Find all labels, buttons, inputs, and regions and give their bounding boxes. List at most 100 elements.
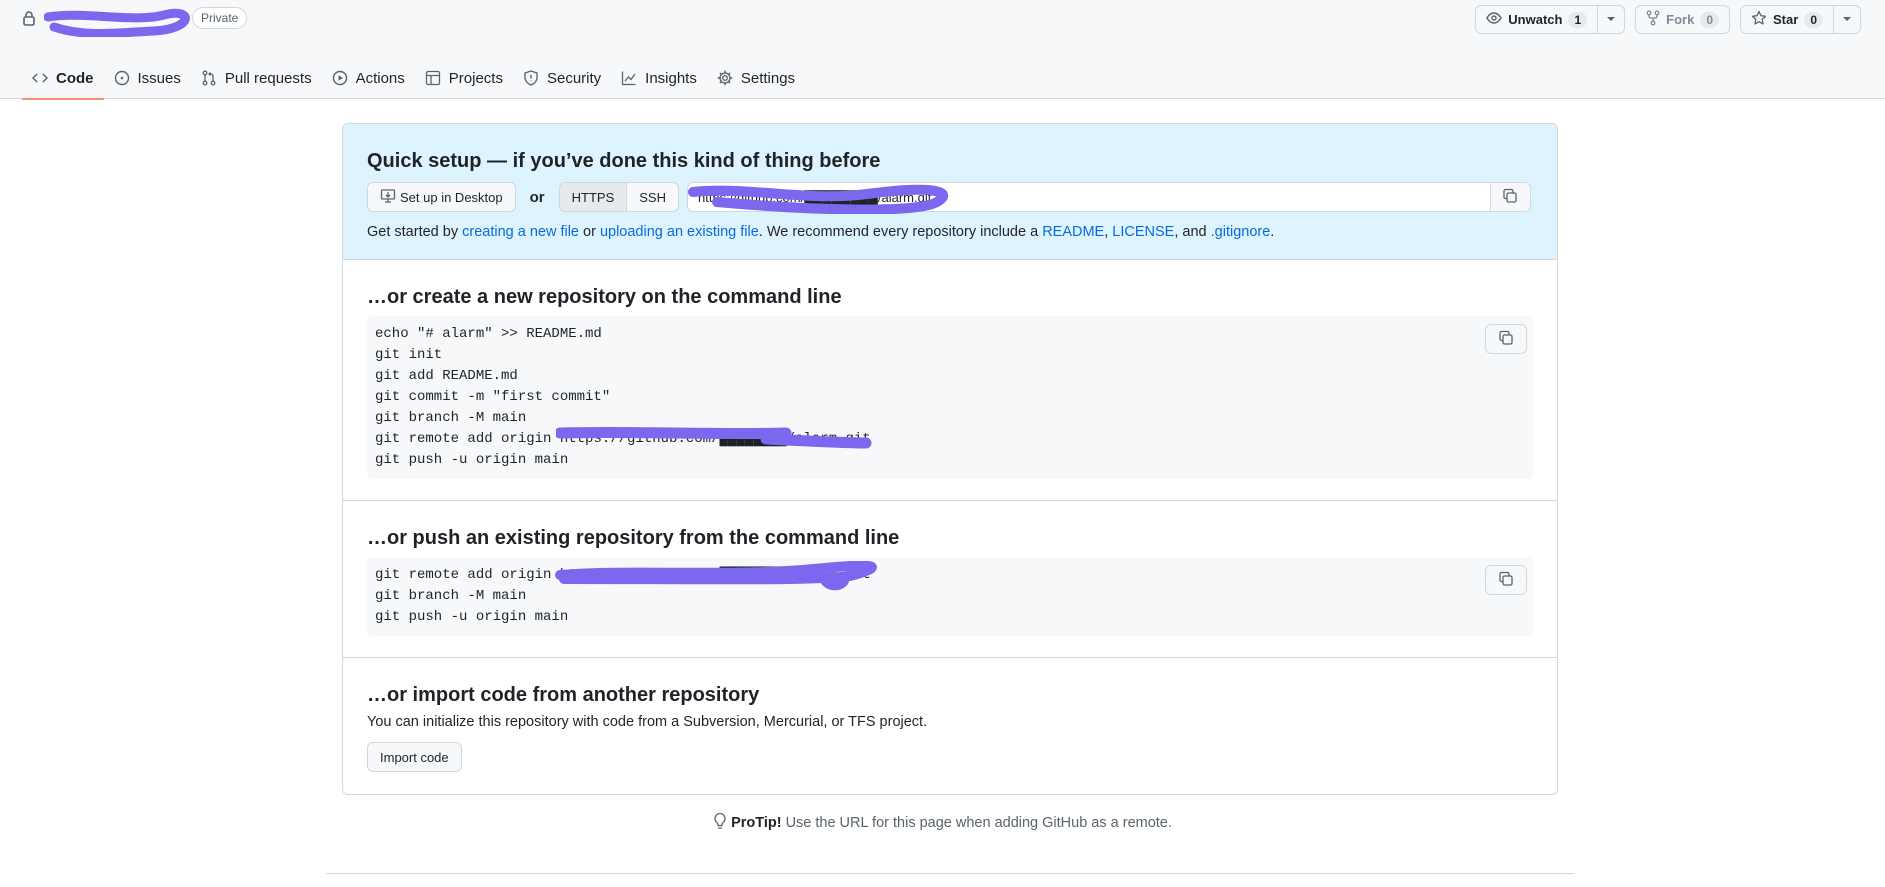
code-line: echo "# alarm" >> README.md <box>375 326 602 342</box>
star-count: 0 <box>1804 11 1823 28</box>
tab-label: Security <box>546 69 602 87</box>
tab-pull-requests[interactable]: Pull requests <box>191 57 322 99</box>
get-started-text: Get started by creating a new file or up… <box>367 222 1533 242</box>
issue-opened-icon <box>114 70 130 86</box>
repo-forked-icon <box>1646 10 1660 29</box>
create-new-file-link[interactable]: creating a new file <box>462 224 579 240</box>
tab-code[interactable]: Code <box>22 57 104 100</box>
readme-link[interactable]: README <box>1042 224 1104 240</box>
redaction-scribble <box>44 8 190 37</box>
footer-divider <box>326 873 1574 874</box>
create-repo-section: …or create a new repository on the comma… <box>343 260 1557 501</box>
https-toggle[interactable]: HTTPS <box>558 182 628 212</box>
import-code-button[interactable]: Import code <box>367 742 462 772</box>
ssh-toggle[interactable]: SSH <box>627 182 679 212</box>
tab-label: Code <box>56 69 94 87</box>
light-bulb-icon <box>713 812 727 834</box>
fork-label: Fork <box>1666 12 1695 27</box>
import-section: …or import code from another repository … <box>343 658 1557 794</box>
tab-insights[interactable]: Insights <box>611 57 707 99</box>
text-segment: or <box>583 224 596 240</box>
or-separator: or <box>529 188 545 206</box>
license-link[interactable]: LICENSE <box>1112 224 1174 240</box>
triangle-down-icon <box>1842 12 1852 27</box>
clone-url-input[interactable] <box>686 182 1491 212</box>
code-text: git remote add origin <box>375 567 560 583</box>
tab-label: Insights <box>645 69 697 87</box>
tab-actions[interactable]: Actions <box>322 57 415 99</box>
star-icon <box>1751 10 1767 29</box>
protip: ProTip! Use the URL for this page when a… <box>0 812 1885 834</box>
tab-label: Settings <box>740 69 796 87</box>
gitignore-link[interactable]: .gitignore <box>1211 224 1271 240</box>
copy-icon <box>1498 571 1514 590</box>
lock-icon <box>22 10 36 26</box>
code-line: git push -u origin main <box>375 452 569 468</box>
star-button-group: Star 0 <box>1740 5 1861 34</box>
code-icon <box>32 70 48 86</box>
fork-count: 0 <box>1700 11 1720 28</box>
create-repo-title: …or create a new repository on the comma… <box>367 286 842 308</box>
text-segment: Get started by <box>367 224 459 240</box>
code-line: git push -u origin main <box>375 609 569 625</box>
text-segment: . We recommend every repository include … <box>758 224 1039 240</box>
watch-count: 1 <box>1568 11 1588 28</box>
setup-desktop-button[interactable]: Set up in Desktop <box>367 182 516 212</box>
star-label: Star <box>1773 12 1799 27</box>
redacted-url: https://github.com/████████/alarm.git <box>555 426 872 450</box>
copy-icon <box>1502 188 1518 207</box>
code-line-remote: git remote add origin https://github.com… <box>375 426 1525 450</box>
copy-icon <box>1498 330 1514 349</box>
tab-security[interactable]: Security <box>513 57 611 99</box>
desktop-download-icon <box>380 188 396 207</box>
star-button[interactable]: Star 0 <box>1740 5 1834 34</box>
gear-icon <box>717 70 733 86</box>
push-existing-code: git remote add origin https://github.com… <box>367 557 1533 636</box>
eye-icon <box>1486 10 1503 29</box>
upload-file-link[interactable]: uploading an existing file <box>600 224 759 240</box>
copy-push-commands-button[interactable] <box>1485 565 1527 595</box>
repo-actions: Unwatch 1 Fork 0 Star 0 <box>1475 5 1861 34</box>
protocol-selector: HTTPS SSH <box>558 182 679 212</box>
repo-header: Private Unwatch 1 Fork 0 Star 0 Code Iss… <box>0 0 1885 100</box>
tab-label: Projects <box>448 69 503 87</box>
repo-title: Private <box>22 6 248 37</box>
empty-repo-setup: Quick setup — if you’ve done this kind o… <box>342 123 1558 795</box>
table-icon <box>425 70 441 86</box>
copy-create-commands-button[interactable] <box>1485 324 1527 354</box>
watch-dropdown-button[interactable] <box>1598 5 1626 34</box>
remote-url-text: https://github.com/████████/alarm.git <box>559 431 871 447</box>
play-icon <box>332 70 348 86</box>
remote-url-text: https://github.com/████████/alarm.git <box>559 567 871 583</box>
code-line: git init <box>375 347 443 363</box>
redacted-url: https://github.com/████████/alarm.git <box>554 561 877 591</box>
text-segment: , and <box>1174 224 1207 240</box>
repo-name-link[interactable] <box>44 7 190 37</box>
watch-button-group: Unwatch 1 <box>1475 5 1626 34</box>
tab-label: Actions <box>355 69 405 87</box>
tab-label: Issues <box>137 69 181 87</box>
visibility-badge: Private <box>192 7 248 29</box>
create-repo-code: echo "# alarm" >> README.md git init git… <box>367 316 1533 479</box>
fork-button[interactable]: Fork 0 <box>1635 5 1731 34</box>
unwatch-button[interactable]: Unwatch 1 <box>1475 5 1599 34</box>
repo-tabs: Code Issues Pull requests Actions Projec… <box>22 57 805 100</box>
tab-projects[interactable]: Projects <box>415 57 513 99</box>
text-segment: , <box>1104 224 1109 240</box>
push-existing-section: …or push an existing repository from the… <box>343 501 1557 658</box>
text-segment: . <box>1270 224 1275 240</box>
import-title: …or import code from another repository <box>367 684 760 706</box>
git-pull-request-icon <box>201 70 217 86</box>
star-dropdown-button[interactable] <box>1834 5 1861 34</box>
copy-url-button[interactable] <box>1490 182 1531 212</box>
tab-settings[interactable]: Settings <box>707 57 805 99</box>
code-line: git branch -M main <box>375 410 527 426</box>
quick-setup-title: Quick setup — if you’ve done this kind o… <box>367 150 881 172</box>
clone-url-wrapper <box>679 182 1491 214</box>
quick-setup-section: Quick setup — if you’ve done this kind o… <box>343 124 1557 260</box>
code-line-remote: git remote add origin https://github.com… <box>375 561 1525 591</box>
code-line: git add README.md <box>375 368 518 384</box>
tab-issues[interactable]: Issues <box>104 57 191 99</box>
protip-label: ProTip! <box>731 815 782 831</box>
code-line: git commit -m "first commit" <box>375 389 611 405</box>
